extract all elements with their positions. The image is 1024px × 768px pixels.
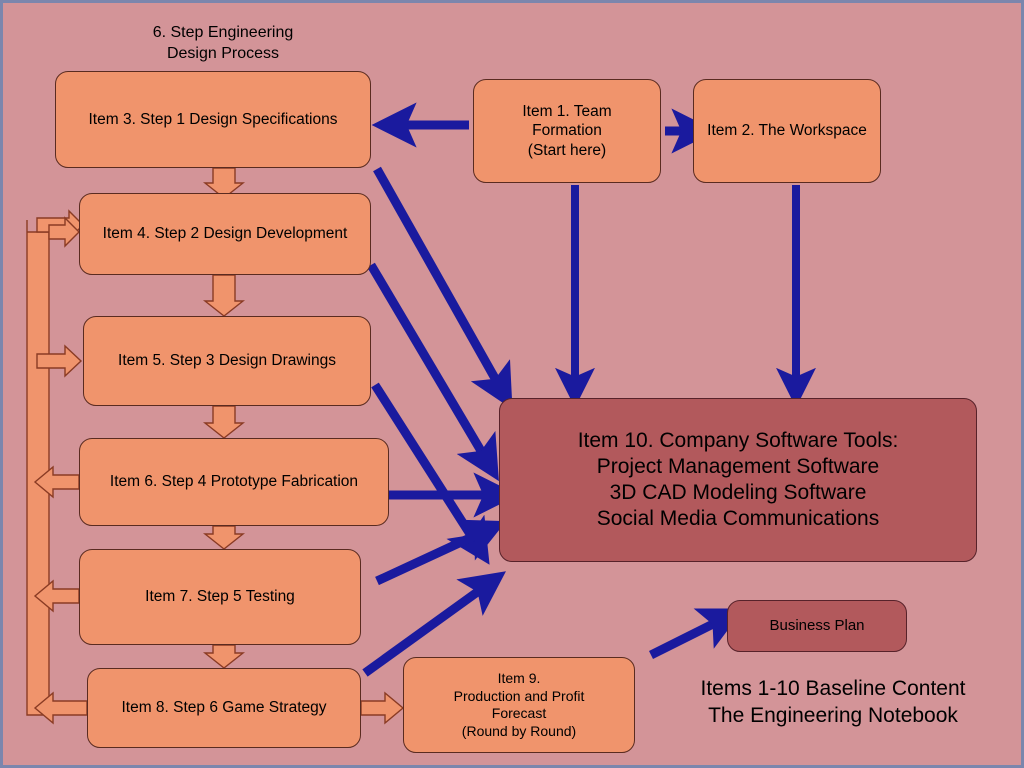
baseline-note-line1: Items 1-10 Baseline Content [700, 677, 966, 700]
node-item-8-label: Item 8. Step 6 Game Strategy [121, 699, 327, 717]
feedback-loop-rail [26, 220, 50, 716]
feedback-arrow-item4-b [48, 216, 80, 248]
node-item-6[interactable]: Item 6. Step 4 Prototype Fabrication [79, 438, 389, 526]
peach-arrow-item4-to-item5 [202, 274, 246, 317]
node-item-2-label: Item 2. The Workspace [707, 122, 867, 140]
node-item-9-line3: Forecast [491, 705, 547, 721]
feedback-arrow-item4 [36, 209, 84, 241]
blue-arrow-item3-to-item10 [373, 166, 513, 410]
page-title: 6. Step Engineering Design Process [93, 23, 353, 65]
blue-arrow-item5-to-item10 [371, 382, 490, 565]
node-item-5[interactable]: Item 5. Step 3 Design Drawings [83, 316, 371, 406]
node-item-4[interactable]: Item 4. Step 2 Design Development [79, 193, 371, 275]
node-business-plan[interactable]: Business Plan [727, 600, 907, 652]
feedback-trunk [26, 220, 50, 716]
node-item-9-line1: Item 9. [497, 670, 541, 686]
node-item-6-label: Item 6. Step 4 Prototype Fabrication [109, 473, 359, 491]
node-business-plan-label: Business Plan [769, 616, 865, 634]
diagram-canvas: 6. Step Engineering Design Process Item … [0, 0, 1024, 768]
node-item-9-line2: Production and Profit [453, 687, 585, 704]
blue-arrow-item7-to-item10 [375, 519, 507, 586]
node-item-10-line1: Item 10. Company Software Tools: [577, 428, 899, 452]
peach-arrow-feedback-out-item6 [33, 465, 80, 499]
node-item-8[interactable]: Item 8. Step 6 Game Strategy [87, 668, 361, 748]
blue-arrow-to-business-plan [648, 608, 744, 660]
node-item-3-label: Item 3. Step 1 Design Specifications [88, 110, 338, 128]
node-item-10-line2: Project Management Software [596, 454, 880, 478]
peach-arrow-item7-to-item8 [202, 644, 246, 669]
node-item-2[interactable]: Item 2. The Workspace [693, 79, 881, 183]
node-item-10-line3: 3D CAD Modeling Software [609, 481, 867, 504]
node-item-3[interactable]: Item 3. Step 1 Design Specifications [55, 71, 371, 168]
node-item-7-label: Item 7. Step 5 Testing [145, 588, 295, 606]
page-title-line2: Design Process [166, 44, 280, 62]
peach-arrow-feedback-out-item7 [33, 579, 80, 613]
node-item-1-line2: Formation [532, 122, 602, 140]
peach-arrow-item6-to-item7 [202, 525, 246, 550]
node-item-1-line3: (Start here) [527, 141, 607, 159]
node-item-5-label: Item 5. Step 3 Design Drawings [118, 352, 336, 370]
peach-arrow-feedback-out-item8 [33, 691, 88, 725]
node-item-10-line4: Social Media Communications [596, 507, 880, 531]
node-item-9-line4: (Round by Round) [461, 722, 577, 739]
node-item-7[interactable]: Item 7. Step 5 Testing [79, 549, 361, 645]
baseline-content-note: Items 1-10 Baseline Content The Engineer… [653, 675, 1013, 730]
peach-arrow-item8-to-item9 [360, 691, 405, 725]
node-item-1-line1: Item 1. Team [522, 102, 612, 120]
peach-arrow-feedback-into-item5 [36, 344, 83, 378]
peach-arrow-item5-to-item6 [202, 405, 246, 439]
page-title-line1: 6. Step Engineering [152, 24, 294, 41]
node-item-10[interactable]: Item 10. Company Software Tools: Project… [499, 398, 977, 562]
node-item-4-label: Item 4. Step 2 Design Development [102, 225, 348, 243]
node-item-9[interactable]: Item 9. Production and Profit Forecast (… [403, 657, 635, 753]
blue-arrow-item4-to-item10 [367, 262, 499, 482]
peach-arrow-feedback-into-item4 [36, 209, 84, 248]
node-item-1[interactable]: Item 1. Team Formation (Start here) [473, 79, 661, 183]
baseline-note-line2: The Engineering Notebook [708, 704, 958, 728]
